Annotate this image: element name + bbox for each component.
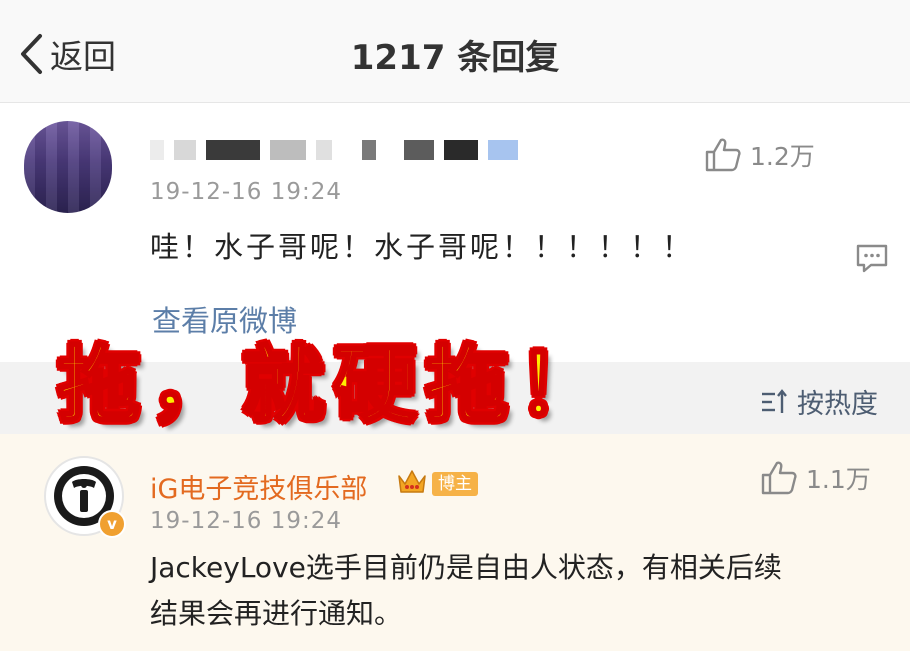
author-name[interactable]: iG电子竞技俱乐部 — [150, 467, 367, 506]
verified-icon: v — [98, 510, 126, 538]
reply-timestamp: 19-12-16 19:24 — [150, 508, 342, 534]
sort-icon — [762, 388, 787, 413]
reply-text-line-1: JackeyLove选手目前仍是自由人状态，有相关后续 — [150, 551, 782, 584]
crown-icon — [398, 470, 426, 493]
comment-text: 哇！水子哥呢！水子哥呢！！！！！！ — [150, 230, 695, 264]
comment-timestamp: 19-12-16 19:24 — [150, 179, 342, 205]
like-button[interactable]: 1.1万 — [760, 460, 871, 496]
like-button[interactable]: 1.2万 — [704, 137, 815, 173]
sort-button[interactable]: 按热度 — [759, 382, 878, 421]
username-blurred[interactable] — [150, 135, 528, 165]
like-count: 1.1万 — [806, 465, 871, 494]
like-count: 1.2万 — [750, 142, 815, 171]
host-badge: 博主 — [432, 472, 478, 496]
avatar[interactable] — [24, 121, 112, 213]
overlay-caption: 拖，就硬拖！ — [56, 337, 611, 435]
reply-text-line-2: 结果会再进行通知。 — [150, 597, 403, 630]
sort-label: 按热度 — [797, 389, 878, 420]
top-nav-bar: 返回 1217 条回复 — [0, 0, 910, 103]
comment-reply-icon[interactable] — [855, 243, 889, 273]
author-reply-item: v iG电子竞技俱乐部 博主 19-12-16 19:24 1.1万 Jacke… — [0, 434, 910, 651]
page-title: 1217 条回复 — [350, 38, 560, 78]
thumbs-up-icon — [705, 138, 741, 172]
thumbs-up-icon — [761, 461, 797, 495]
